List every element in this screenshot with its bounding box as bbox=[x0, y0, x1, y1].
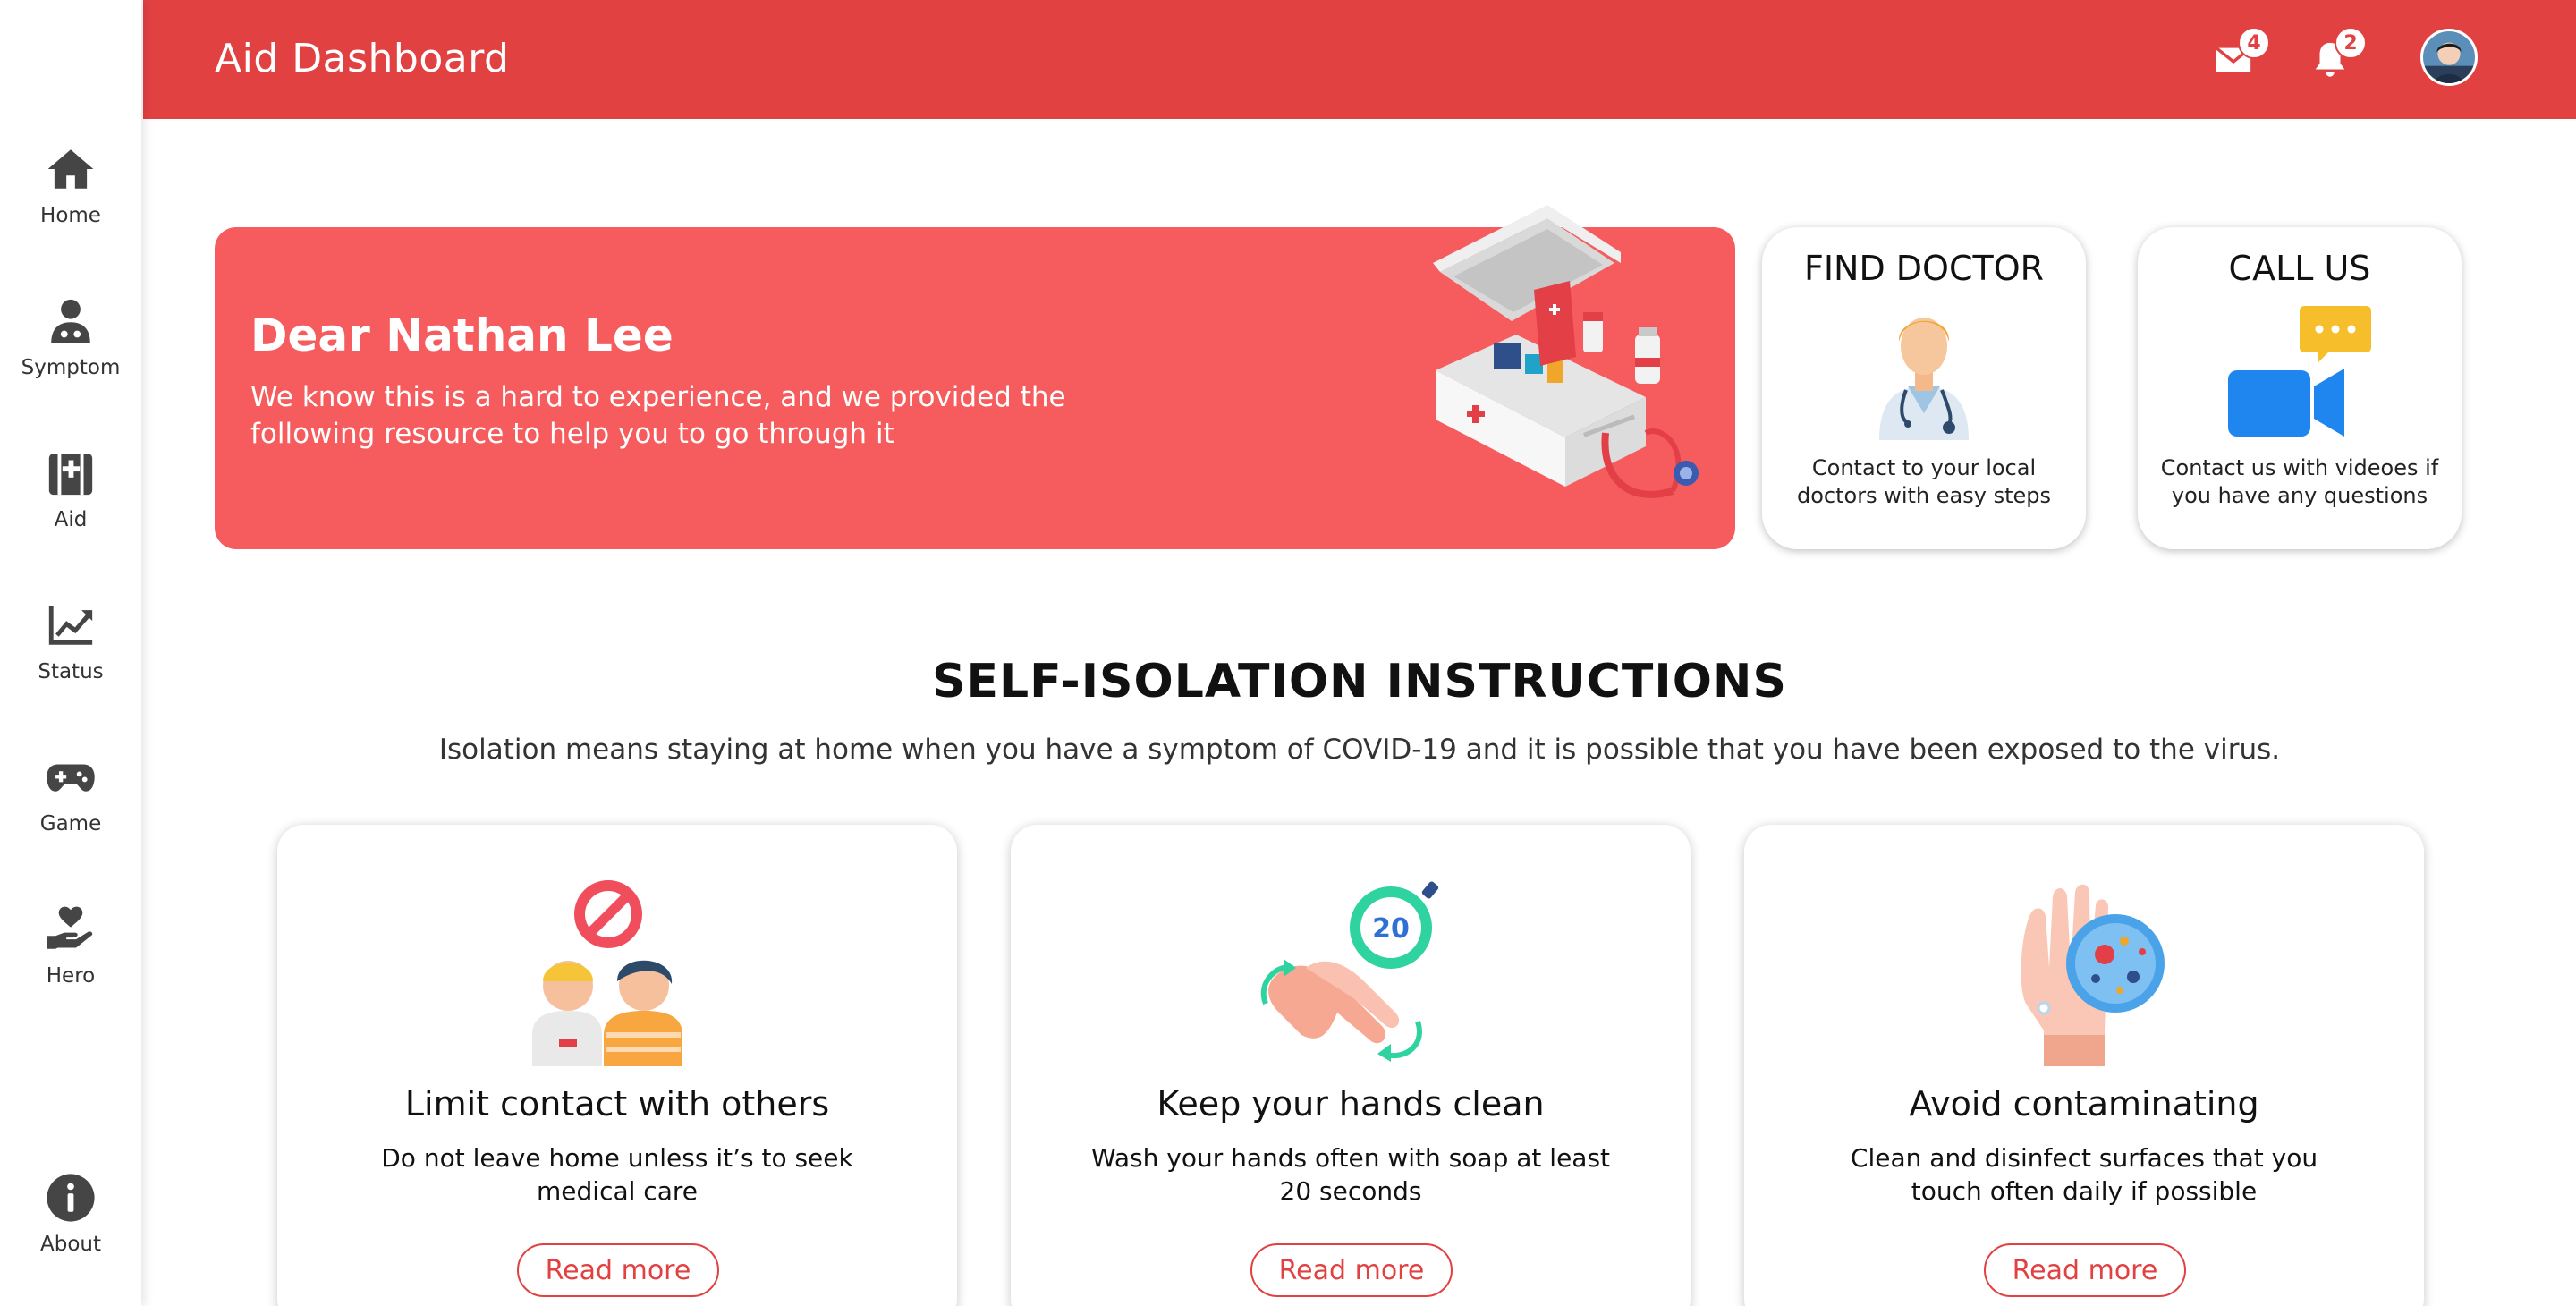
sidebar-item-label: Aid bbox=[54, 508, 88, 531]
sidebar-item-about[interactable]: About bbox=[0, 1172, 141, 1279]
timer-value: 20 bbox=[1372, 913, 1410, 945]
video-call-illustration bbox=[2228, 306, 2371, 437]
read-more-button[interactable]: Read more bbox=[517, 1243, 719, 1297]
welcome-banner: Dear Nathan Lee We know this is a hard t… bbox=[215, 205, 1735, 549]
sidebar-item-label: Home bbox=[40, 204, 101, 227]
banner-title: Dear Nathan Lee bbox=[250, 310, 674, 361]
home-icon bbox=[47, 149, 94, 189]
call-us-desc: Contact us with videoes if you have any … bbox=[2160, 455, 2439, 508]
sidebar-item-label: About bbox=[39, 1233, 101, 1256]
mail-count-badge: 4 bbox=[2238, 27, 2270, 59]
banner-text: We know this is a hard to experience, an… bbox=[250, 381, 1066, 450]
notifications-button[interactable]: 2 bbox=[2309, 27, 2367, 84]
sidebar-item-game[interactable]: Game bbox=[0, 751, 141, 859]
avatar[interactable] bbox=[2420, 29, 2478, 86]
section-title: SELF-ISOLATION INSTRUCTIONS bbox=[932, 655, 1787, 708]
instruction-title: Keep your hands clean bbox=[1157, 1084, 1545, 1124]
read-more-button[interactable]: Read more bbox=[1250, 1243, 1453, 1297]
instruction-desc: Wash your hands often with soap at least… bbox=[1090, 1143, 1611, 1206]
top-header: Aid Dashboard 4 2 bbox=[143, 0, 2576, 119]
heart-hand-icon bbox=[47, 906, 93, 949]
sidebar-item-status[interactable]: Status bbox=[0, 599, 141, 707]
user-avatar-icon bbox=[2423, 31, 2475, 83]
instruction-card-hands-clean: 20 Keep your hands clean Wash your hands… bbox=[1011, 825, 1690, 1306]
sidebar-item-label: Hero bbox=[46, 964, 96, 988]
instruction-desc: Clean and disinfect surfaces that you to… bbox=[1850, 1143, 2318, 1206]
instruction-title: Avoid contaminating bbox=[1909, 1084, 2259, 1124]
page-title: Aid Dashboard bbox=[215, 36, 510, 81]
no-contact-illustration bbox=[532, 880, 682, 1066]
call-us-title: CALL US bbox=[2228, 249, 2371, 288]
read-more-button[interactable]: Read more bbox=[1984, 1243, 2186, 1297]
virus-hand-illustration bbox=[2021, 884, 2165, 1066]
mail-button[interactable]: 4 bbox=[2213, 27, 2270, 84]
first-aid-kit-illustration bbox=[1433, 205, 1699, 498]
find-doctor-card[interactable]: FIND DOCTOR Contact to your local doctor… bbox=[1762, 227, 2086, 549]
doctor-illustration bbox=[1879, 318, 1969, 440]
section-subtitle: Isolation means staying at home when you… bbox=[438, 734, 2281, 766]
first-aid-kit-icon bbox=[48, 454, 93, 496]
sidebar-item-label: Status bbox=[38, 660, 104, 683]
hand-washing-icon: 20 bbox=[1260, 881, 1439, 1062]
notification-count-badge: 2 bbox=[2334, 27, 2367, 59]
sidebar-item-home[interactable]: Home bbox=[0, 143, 141, 250]
find-doctor-title: FIND DOCTOR bbox=[1803, 249, 2045, 288]
doctor-icon bbox=[51, 299, 90, 343]
info-icon bbox=[47, 1174, 95, 1222]
call-us-card[interactable]: CALL US Contact us with videoes if you h… bbox=[2138, 227, 2462, 549]
sidebar: Home Symptom Aid Status Game Hero About bbox=[0, 0, 141, 1306]
sidebar-item-symptom[interactable]: Symptom bbox=[0, 295, 141, 403]
chart-line-icon bbox=[48, 606, 93, 645]
instruction-desc: Do not leave home unless it’s to seek me… bbox=[381, 1143, 853, 1206]
sidebar-item-hero[interactable]: Hero bbox=[0, 903, 141, 1011]
instruction-card-avoid-contaminating: Avoid contaminating Clean and disinfect … bbox=[1744, 825, 2424, 1306]
find-doctor-desc: Contact to your local doctors with easy … bbox=[1797, 455, 2051, 508]
sidebar-item-aid[interactable]: Aid bbox=[0, 447, 141, 555]
instruction-card-limit-contact: Limit contact with others Do not leave h… bbox=[277, 825, 957, 1306]
sidebar-item-label: Symptom bbox=[21, 356, 121, 379]
instruction-title: Limit contact with others bbox=[404, 1084, 830, 1124]
gamepad-icon bbox=[47, 764, 95, 792]
sidebar-item-label: Game bbox=[39, 812, 102, 835]
